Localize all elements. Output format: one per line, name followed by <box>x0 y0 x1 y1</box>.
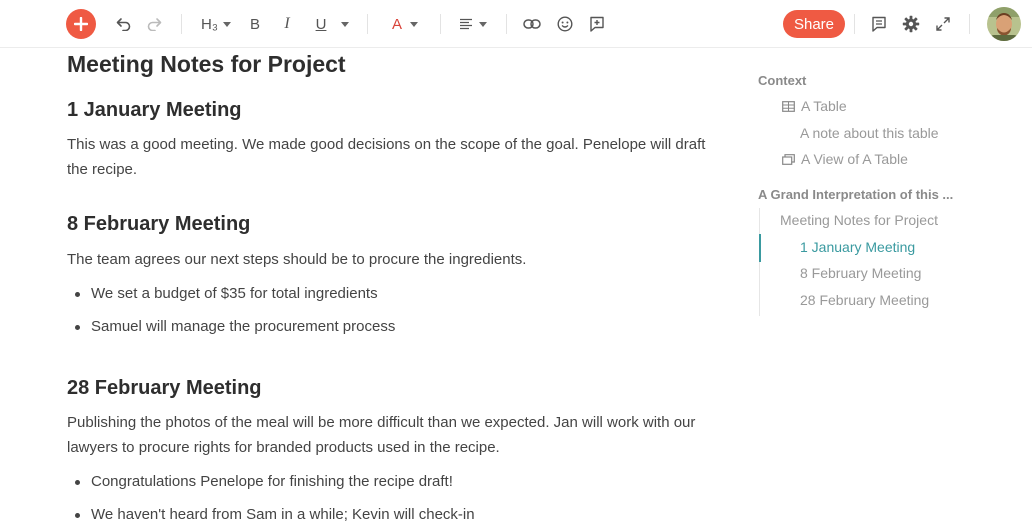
list-item: Samuel will manage the procurement proce… <box>74 318 396 335</box>
caret-down-icon <box>410 21 418 27</box>
emoji-button[interactable] <box>555 0 575 48</box>
section-heading: 1 January Meeting <box>67 99 242 121</box>
caret-down-icon <box>222 21 231 27</box>
add-button[interactable] <box>66 9 96 39</box>
toolbar-divider <box>854 14 855 34</box>
outline-item-view[interactable]: A View of A Table <box>782 151 908 167</box>
outline-item-label: 8 February Meeting <box>800 265 922 281</box>
share-button[interactable]: Share <box>783 10 845 38</box>
align-dropdown[interactable] <box>455 0 491 48</box>
caret-down-icon <box>479 21 487 27</box>
outline-item-label: A note about this table <box>800 125 939 141</box>
expand-icon <box>936 17 950 31</box>
undo-button[interactable] <box>114 0 134 48</box>
bold-label: B <box>249 15 260 33</box>
text-color-label: A <box>391 15 402 33</box>
list-item: We set a budget of $35 for total ingredi… <box>75 285 378 302</box>
list-item: We haven't heard from Sam in a while; Ke… <box>75 506 475 522</box>
outline-active-marker <box>759 234 761 262</box>
user-photo-icon <box>987 7 1021 41</box>
link-button[interactable] <box>521 0 543 48</box>
section-heading: 8 February Meeting <box>67 213 251 235</box>
toolbar-divider <box>506 14 507 34</box>
toolbar: H₃ B I U A Share <box>0 0 1032 48</box>
redo-icon <box>147 18 162 31</box>
underline-button[interactable]: U <box>310 0 332 48</box>
italic-label: I <box>284 15 290 32</box>
outline-item-8-february[interactable]: 8 February Meeting <box>800 265 921 281</box>
outline-item-label: 1 January Meeting <box>800 239 916 255</box>
avatar[interactable] <box>987 7 1021 41</box>
outline-item-label: A Table <box>801 98 847 114</box>
settings-button[interactable] <box>901 0 921 48</box>
toolbar-divider <box>440 14 441 34</box>
outline-section-heading: A Grand Interpretation of this ... <box>758 187 954 202</box>
more-format-dropdown[interactable] <box>338 0 352 48</box>
view-icon <box>782 153 795 165</box>
section-heading: 28 February Meeting <box>67 377 262 399</box>
italic-button[interactable]: I <box>278 0 296 48</box>
expand-button[interactable] <box>933 0 953 48</box>
heading-label: H₃ <box>201 15 218 33</box>
section-paragraph: Publishing the photos of the meal will b… <box>67 414 696 456</box>
comments-button[interactable] <box>869 0 889 48</box>
link-icon <box>523 19 541 29</box>
heading-dropdown[interactable]: H₃ <box>196 0 236 48</box>
toolbar-divider <box>181 14 182 34</box>
redo-button[interactable] <box>144 0 164 48</box>
underline-label: U <box>315 15 327 33</box>
outline-item-28-february[interactable]: 28 February Meeting <box>800 292 929 308</box>
outline-item-meeting-notes[interactable]: Meeting Notes for Project <box>780 212 938 228</box>
outline-item-label: Meeting Notes for Project <box>780 212 938 228</box>
toolbar-divider <box>367 14 368 34</box>
emoji-icon <box>557 16 573 32</box>
outline-context-heading: Context <box>758 73 807 88</box>
outline-item-table[interactable]: A Table <box>782 98 847 114</box>
outline-item-1-january[interactable]: 1 January Meeting <box>800 239 915 255</box>
add-comment-icon <box>590 16 604 32</box>
outline-rail <box>759 208 760 316</box>
bold-button[interactable]: B <box>246 0 264 48</box>
align-left-icon <box>460 18 472 30</box>
comments-icon <box>872 16 886 32</box>
section-paragraph: This was a good meeting. We made good de… <box>67 136 706 178</box>
outline-item-note[interactable]: A note about this table <box>800 125 939 141</box>
section-paragraph: The team agrees our next steps should be… <box>67 251 527 268</box>
share-label: Share <box>793 15 835 33</box>
table-icon <box>782 100 795 112</box>
page-title: Meeting Notes for Project <box>67 51 346 77</box>
caret-down-icon <box>341 21 349 27</box>
insert-comment-button[interactable] <box>587 0 607 48</box>
list-item: Congratulations Penelope for finishing t… <box>75 473 453 490</box>
outline-item-label: A View of A Table <box>801 151 908 167</box>
gear-icon <box>902 15 920 33</box>
text-color-dropdown[interactable]: A <box>383 0 427 48</box>
plus-icon <box>74 17 88 31</box>
undo-icon <box>116 18 131 31</box>
toolbar-divider <box>969 14 970 34</box>
outline-item-label: 28 February Meeting <box>800 292 930 308</box>
